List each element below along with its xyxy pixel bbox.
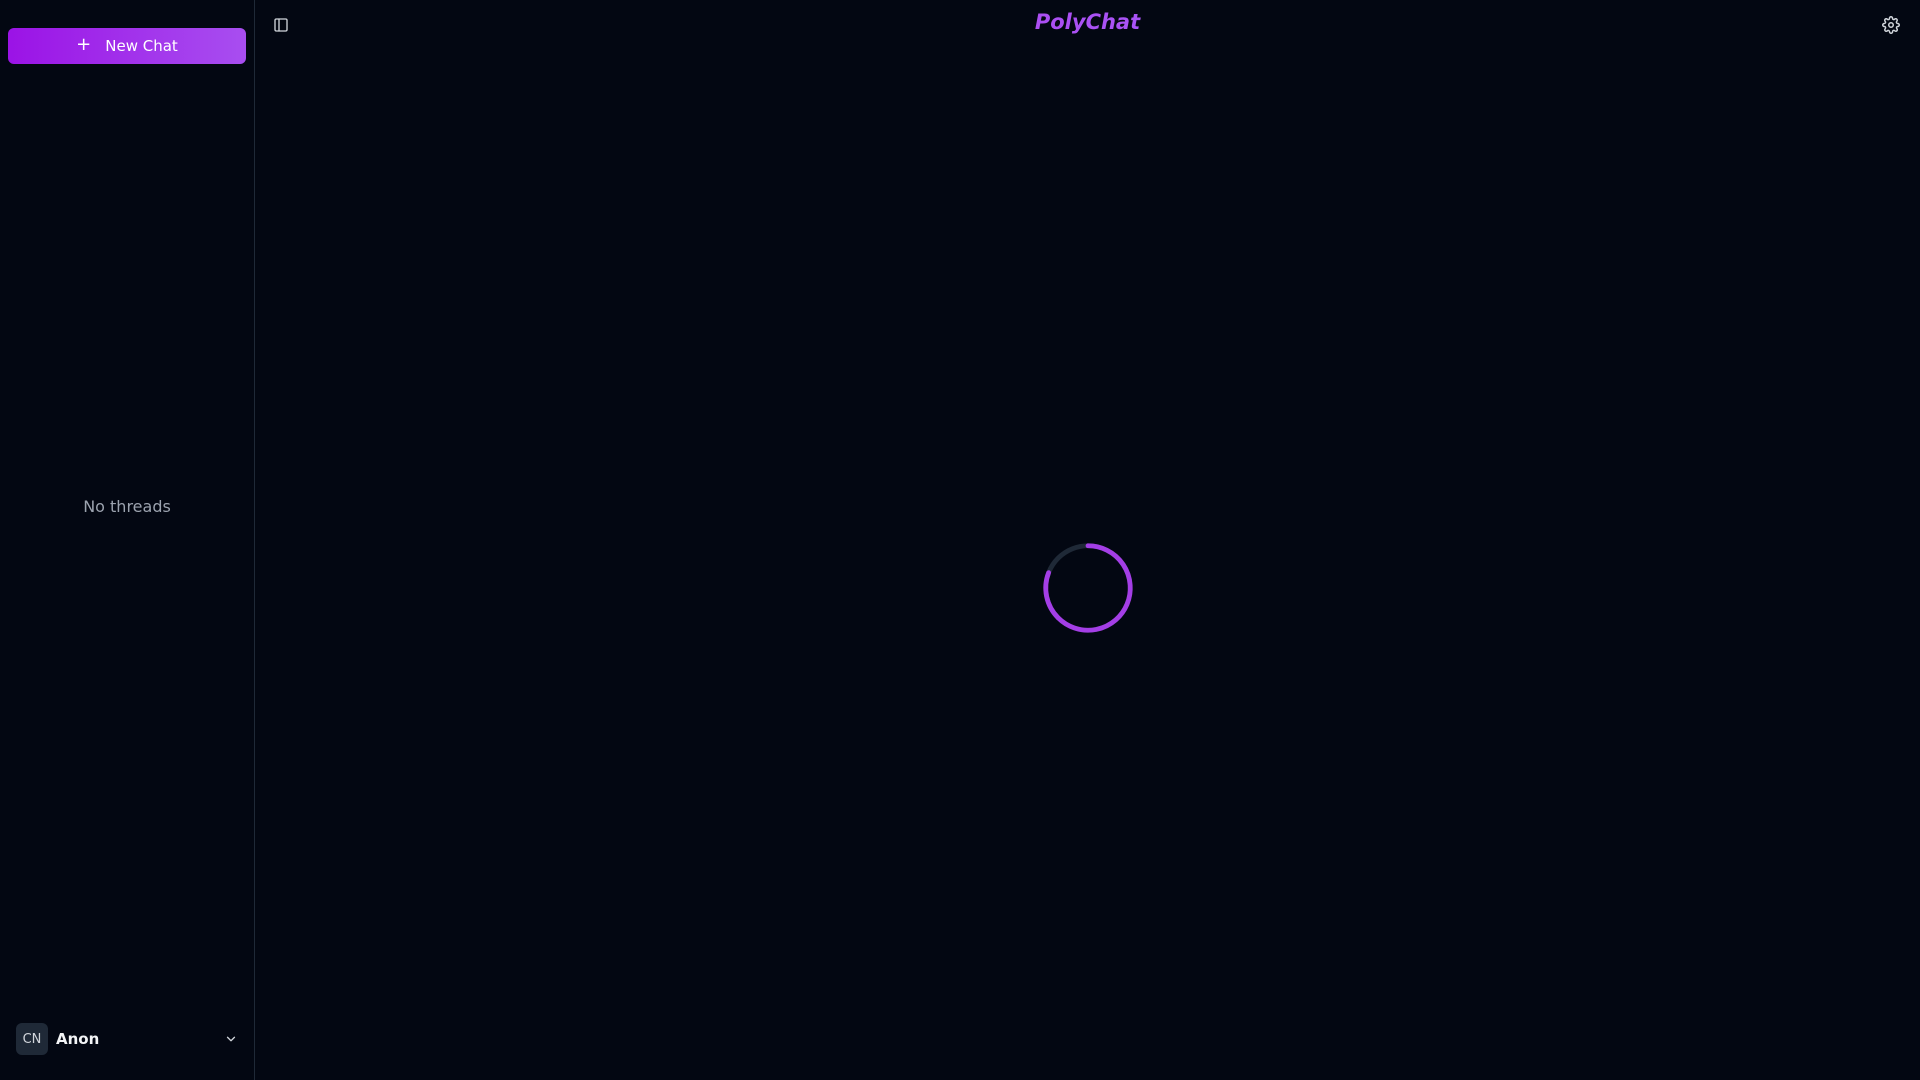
panel-left-icon[interactable] bbox=[273, 17, 289, 33]
app-root: + New Chat No threads CN Anon PolyChat bbox=[0, 0, 1920, 1080]
loading-spinner bbox=[1040, 540, 1136, 636]
plus-icon: + bbox=[76, 34, 92, 55]
spinner-icon bbox=[1043, 543, 1133, 633]
gear-icon[interactable] bbox=[1882, 16, 1900, 34]
app-title: PolyChat bbox=[255, 10, 1920, 34]
chevron-down-icon[interactable] bbox=[224, 1032, 238, 1046]
thread-list: No threads bbox=[0, 64, 254, 1008]
user-menu[interactable]: CN Anon bbox=[0, 1008, 254, 1070]
sidebar: + New Chat No threads CN Anon bbox=[0, 0, 255, 1080]
empty-threads-message: No threads bbox=[83, 496, 171, 516]
new-chat-button[interactable]: + New Chat bbox=[8, 28, 246, 64]
app-title-text: PolyChat bbox=[1034, 10, 1141, 34]
user-name: Anon bbox=[56, 1030, 100, 1048]
main-panel: PolyChat bbox=[255, 0, 1920, 1080]
avatar: CN bbox=[16, 1023, 48, 1055]
new-chat-label: New Chat bbox=[105, 37, 178, 55]
top-bar: PolyChat bbox=[255, 0, 1920, 50]
avatar-initials: CN bbox=[22, 1031, 42, 1047]
